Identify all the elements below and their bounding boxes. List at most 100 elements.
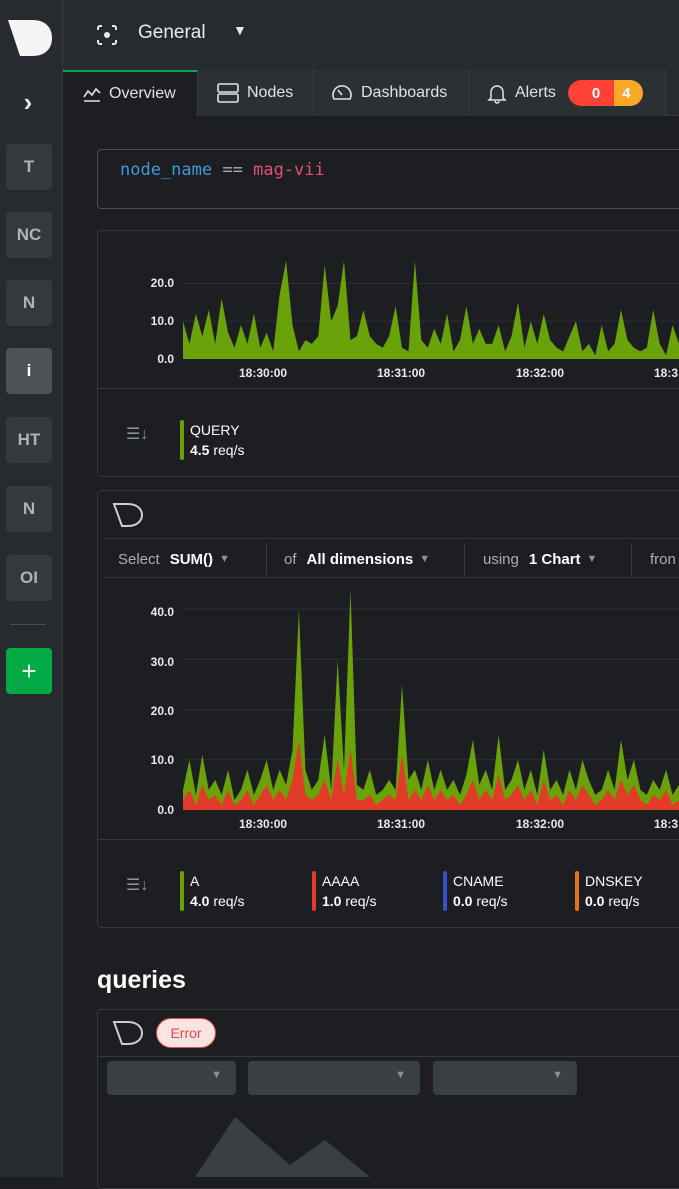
nodes-server-icon [217, 83, 239, 103]
chevron-down-icon: ▼ [219, 553, 230, 565]
view-tabs: Overview Nodes Dashboards Alerts 0 4 [63, 70, 679, 116]
chart-count-select[interactable]: using 1 Chart ▼ [483, 539, 597, 579]
legend-item-a[interactable]: A 4.0 req/s [180, 871, 244, 911]
dimensions-select[interactable]: of All dimensions ▼ [284, 539, 430, 579]
space-button-t[interactable]: T [6, 144, 52, 190]
space-label: OI [20, 568, 38, 587]
add-space-button[interactable]: + [6, 648, 52, 694]
legend-value: 1.0 [322, 893, 342, 909]
alerts-count-badge[interactable]: 0 4 [567, 80, 643, 106]
space-label: i [26, 361, 32, 380]
placeholder-select-1[interactable]: ▼ [107, 1061, 236, 1095]
loading-skeleton-chart-icon [195, 1117, 370, 1177]
series-area-a [183, 589, 679, 810]
placeholder-select-2[interactable]: ▼ [248, 1061, 420, 1095]
query-area-chart[interactable] [183, 257, 679, 359]
legend-value: 0.0 [453, 893, 473, 909]
overview-chart-icon [83, 87, 101, 102]
legend-item-query[interactable]: QUERY 4.5 req/s [180, 420, 244, 460]
chevron-down-icon: ▼ [419, 553, 431, 565]
using-value: 1 Chart [528, 550, 581, 568]
space-label: HT [17, 430, 41, 449]
room-header: General ▼ [63, 0, 679, 70]
using-label: using [483, 550, 519, 568]
x-tick: 18:31:00 [377, 366, 426, 380]
legend-unit: req/s [608, 893, 640, 909]
node-filter-input[interactable]: node_name == mag-vii [97, 149, 679, 209]
legend-name: QUERY [190, 422, 240, 438]
warning-alerts-count: 4 [614, 80, 643, 106]
room-name[interactable]: General [138, 22, 206, 44]
filter-field: node_name [120, 160, 213, 180]
space-button-nc[interactable]: NC [6, 212, 52, 258]
sort-legend-icon[interactable]: ☰↓ [126, 424, 148, 444]
space-button-oi[interactable]: OI [6, 555, 52, 601]
legend-item-cname[interactable]: CNAME 0.0 req/s [443, 871, 507, 911]
from-label: fron [650, 550, 676, 568]
tab-alerts[interactable]: Alerts 0 4 [471, 70, 666, 116]
tab-dashboards[interactable]: Dashboards [315, 70, 470, 116]
space-label: N [22, 499, 36, 518]
sort-legend-icon[interactable]: ☰↓ [126, 875, 148, 895]
placeholder-select-3[interactable]: ▼ [433, 1061, 577, 1095]
toolbar-divider [631, 543, 632, 575]
legend-value: 4.0 [190, 893, 210, 909]
legend-unit: req/s [213, 442, 245, 458]
sidebar-divider [10, 624, 46, 625]
aggregation-select[interactable]: Select SUM() ▼ [118, 539, 230, 579]
toolbar-divider [464, 543, 465, 575]
legend-name: A [190, 873, 200, 889]
space-button-n[interactable]: N [6, 280, 52, 326]
x-tick: 18:3 [654, 817, 679, 831]
netdata-logo-icon[interactable] [6, 18, 52, 58]
tab-label: Dashboards [361, 84, 448, 101]
room-dropdown-chevron-icon[interactable]: ▼ [233, 22, 247, 38]
tab-label: Alerts [515, 84, 556, 101]
chevron-down-icon: ▼ [586, 553, 598, 565]
legend-divider [98, 839, 679, 840]
space-label: N [22, 293, 36, 312]
critical-alerts-count: 0 [567, 80, 615, 106]
card-divider [98, 1056, 679, 1057]
series-area-query [183, 260, 679, 359]
legend-divider [98, 388, 679, 389]
legend-color-bar [312, 871, 316, 911]
chevron-down-icon: ▼ [552, 1069, 563, 1081]
chevron-down-icon: ▼ [395, 1069, 406, 1081]
legend-item-dnskey[interactable]: DNSKEY 0.0 req/s [575, 871, 643, 911]
from-select[interactable]: fron [650, 539, 679, 579]
legend-unit: req/s [213, 893, 245, 909]
legend-color-bar [180, 871, 184, 911]
y-tick: 0.0 [157, 352, 174, 366]
space-button-ht[interactable]: HT [6, 417, 52, 463]
tab-overview[interactable]: Overview [63, 70, 198, 116]
x-tick: 18:30:00 [239, 817, 288, 831]
select-label: Select [118, 550, 160, 568]
dashboards-gauge-icon [332, 85, 352, 100]
y-tick: 20.0 [150, 276, 174, 290]
filter-operator: == [222, 160, 243, 180]
tab-nodes[interactable]: Nodes [199, 70, 314, 116]
legend-color-bar [443, 871, 447, 911]
filter-value: mag-vii [253, 160, 325, 180]
tab-label: Overview [109, 85, 176, 102]
of-label: of [284, 550, 297, 568]
space-label: T [23, 157, 35, 176]
chart-group-toolbar: Select SUM() ▼ of All dimensions ▼ using… [104, 538, 679, 578]
legend-name: AAAA [322, 873, 360, 889]
legend-item-aaaa[interactable]: AAAA 1.0 req/s [312, 871, 376, 911]
expand-sidebar-chevron-icon[interactable]: › [14, 86, 42, 118]
legend-value: 4.5 [190, 442, 210, 458]
space-button-n2[interactable]: N [6, 486, 52, 532]
chevron-down-icon: ▼ [211, 1069, 222, 1081]
legend-name: DNSKEY [585, 873, 643, 889]
room-target-icon [97, 25, 117, 45]
space-button-i[interactable]: i [6, 348, 52, 394]
y-tick: 40.0 [150, 605, 174, 619]
y-tick: 0.0 [157, 803, 174, 817]
y-tick: 30.0 [150, 655, 174, 669]
legend-name: CNAME [453, 873, 504, 889]
legend-value: 0.0 [585, 893, 605, 909]
query-types-area-chart[interactable] [183, 584, 679, 810]
chart-logo-icon [112, 503, 144, 527]
